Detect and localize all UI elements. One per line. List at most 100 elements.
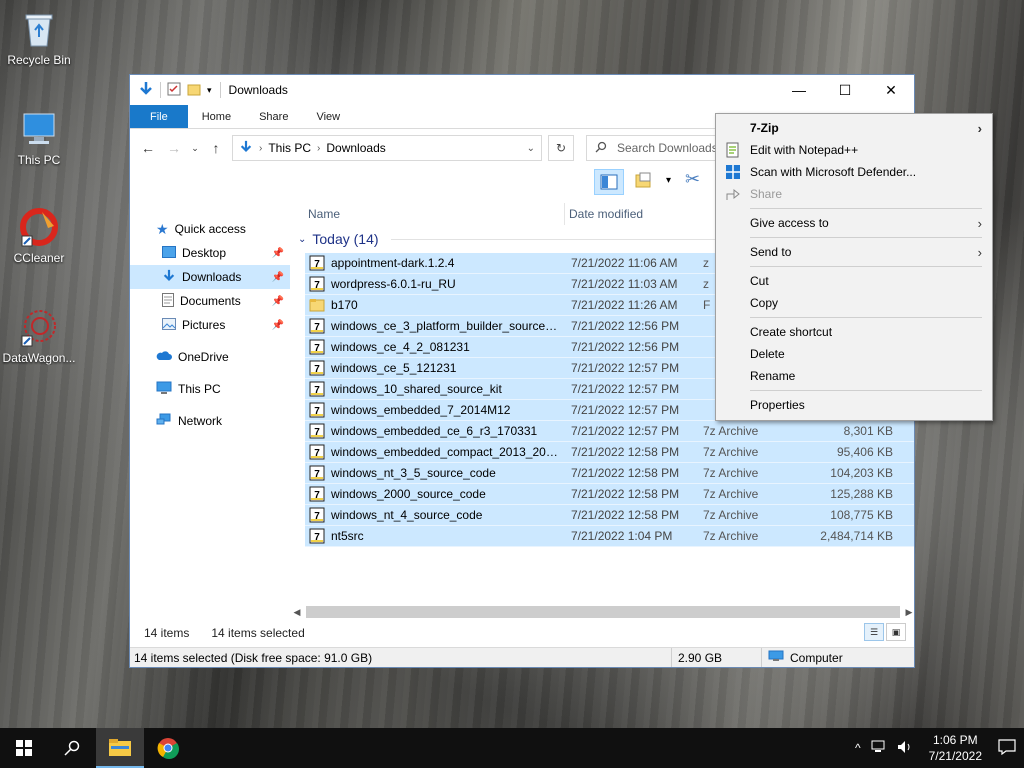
table-row[interactable]: 7 nt5src 7/21/2022 1:04 PM 7z Archive 2,484,…	[305, 526, 914, 547]
file-type: 7z Archive	[703, 445, 759, 459]
windows-logo-icon	[16, 740, 32, 756]
sidebar-item-desktop[interactable]: Desktop 📌	[130, 241, 290, 265]
sidebar-item-quick-access[interactable]: ★ Quick access	[130, 217, 290, 241]
clock[interactable]: 1:06 PM 7/21/2022	[923, 732, 988, 764]
divider	[160, 82, 161, 98]
details-view-button[interactable]: ☰	[864, 623, 884, 641]
file-name: windows_ce_5_121231	[331, 361, 457, 375]
search-icon	[64, 740, 80, 756]
menu-item-create-shortcut[interactable]: Create shortcut	[716, 321, 992, 343]
horizontal-scrollbar[interactable]: ◀ ▶	[292, 605, 914, 619]
menu-item-send-to[interactable]: Send to ›	[716, 241, 992, 263]
search-button[interactable]	[48, 728, 96, 768]
desktop-icon-recycle-bin[interactable]: Recycle Bin	[0, 8, 78, 67]
zone-label: Computer	[790, 650, 843, 665]
close-button[interactable]: ✕	[868, 75, 914, 105]
file-date: 7/21/2022 1:04 PM	[571, 529, 673, 543]
scroll-right-icon[interactable]: ▶	[904, 607, 914, 618]
sidebar-item-onedrive[interactable]: OneDrive	[130, 345, 290, 369]
file-name: windows_embedded_compact_2013_201...	[331, 445, 559, 459]
recent-locations-button[interactable]: ⌄	[190, 143, 200, 154]
menu-item-properties[interactable]: Properties	[716, 394, 992, 416]
menu-separator	[750, 266, 982, 267]
file-name: windows_nt_3_5_source_code	[331, 466, 496, 480]
maximize-button[interactable]: ☐	[822, 75, 868, 105]
menu-item-delete[interactable]: Delete	[716, 343, 992, 365]
forward-button[interactable]: →	[164, 140, 184, 156]
minimize-button[interactable]: —	[776, 75, 822, 105]
chevron-right-icon[interactable]: ›	[259, 143, 262, 154]
desktop-icon-datawagon[interactable]: DataWagon...	[0, 306, 78, 365]
chevron-up-icon[interactable]: ^	[855, 741, 861, 755]
notifications-icon[interactable]	[998, 738, 1016, 758]
file-size: 104,203 KB	[830, 466, 893, 480]
chevron-down-icon[interactable]: ▾	[666, 175, 671, 186]
start-button[interactable]	[0, 728, 48, 768]
chrome-taskbar-button[interactable]	[144, 728, 192, 768]
large-icons-view-button[interactable]: ▣	[886, 623, 906, 641]
preview-pane-button[interactable]	[594, 169, 624, 195]
menu-item-7-zip[interactable]: 7-Zip ›	[716, 117, 992, 139]
menu-item-edit-with-notepad[interactable]: Edit with Notepad++	[716, 139, 992, 161]
table-row[interactable]: 7 windows_nt_4_source_code 7/21/2022 12:58…	[305, 505, 914, 526]
table-row[interactable]: 7 windows_embedded_ce_6_r3_170331 7/21/202…	[305, 421, 914, 442]
sidebar-item-this-pc[interactable]: This PC	[130, 377, 290, 401]
notepad-plus-icon	[725, 142, 741, 158]
desktop-icon-ccleaner[interactable]: CCleaner	[0, 206, 78, 265]
chevron-right-icon[interactable]: ›	[317, 143, 320, 154]
menu-item-label: Edit with Notepad++	[750, 143, 859, 157]
file-explorer-taskbar-button[interactable]	[96, 728, 144, 768]
desktop-icon-label: DataWagon...	[2, 351, 76, 365]
sidebar-item-downloads[interactable]: Downloads 📌	[130, 265, 290, 289]
volume-icon[interactable]	[897, 740, 913, 757]
title-bar[interactable]: ▾ Downloads — ☐ ✕	[130, 75, 914, 105]
breadcrumb-this-pc[interactable]: This PC	[268, 141, 311, 155]
chevron-down-icon[interactable]: ▾	[207, 85, 212, 96]
refresh-button[interactable]: ↻	[548, 135, 574, 161]
file-date: 7/21/2022 12:58 PM	[571, 445, 680, 459]
file-date: 7/21/2022 11:03 AM	[571, 277, 678, 291]
tab-file[interactable]: File	[130, 105, 188, 128]
file-date: 7/21/2022 11:06 AM	[571, 256, 678, 270]
menu-item-label: 7-Zip	[750, 121, 779, 135]
chevron-down-icon[interactable]: ⌄	[527, 143, 535, 154]
sidebar-item-pictures[interactable]: Pictures 📌	[130, 313, 290, 337]
column-header-name[interactable]: Name	[294, 207, 564, 221]
back-button[interactable]: ←	[138, 140, 158, 156]
menu-item-copy[interactable]: Copy	[716, 292, 992, 314]
table-row[interactable]: 7 windows_nt_3_5_source_code 7/21/2022 12:…	[305, 463, 914, 484]
network-icon[interactable]	[871, 740, 887, 757]
table-row[interactable]: 7 windows_embedded_compact_2013_201... 7/2…	[305, 442, 914, 463]
menu-separator	[750, 208, 982, 209]
desktop-icon-this-pc[interactable]: This PC	[0, 108, 78, 167]
archive-file-icon: 7	[309, 318, 325, 334]
menu-item-label: Send to	[750, 245, 792, 259]
menu-item-label: Properties	[750, 398, 805, 412]
tab-view[interactable]: View	[302, 105, 354, 128]
properties-icon[interactable]	[167, 82, 181, 99]
menu-item-rename[interactable]: Rename	[716, 365, 992, 387]
breadcrumb-downloads[interactable]: Downloads	[326, 141, 385, 155]
folder-icon	[309, 297, 325, 313]
sidebar-item-label: OneDrive	[178, 350, 229, 364]
address-bar[interactable]: › This PC › Downloads ⌄	[232, 135, 542, 161]
file-name: wordpress-6.0.1-ru_RU	[331, 277, 456, 291]
tab-share[interactable]: Share	[245, 105, 302, 128]
menu-item-give-access-to[interactable]: Give access to ›	[716, 212, 992, 234]
scroll-left-icon[interactable]: ◀	[292, 607, 302, 618]
new-folder-icon[interactable]	[187, 82, 201, 99]
scissors-icon[interactable]: ✂	[685, 169, 700, 190]
tab-home[interactable]: Home	[188, 105, 245, 128]
sidebar-item-network[interactable]: Network	[130, 409, 290, 433]
pin-icon: 📌	[271, 247, 284, 259]
up-button[interactable]: ↑	[206, 140, 226, 156]
options-button[interactable]	[634, 171, 654, 194]
menu-item-cut[interactable]: Cut	[716, 270, 992, 292]
archive-file-icon: 7	[309, 360, 325, 376]
sidebar-item-documents[interactable]: Documents 📌	[130, 289, 290, 313]
window-title: Downloads	[228, 83, 288, 97]
column-header-date[interactable]: Date modified	[564, 203, 694, 225]
menu-item-scan-with-microsoft-defender[interactable]: Scan with Microsoft Defender...	[716, 161, 992, 183]
scrollbar-thumb[interactable]	[306, 606, 900, 618]
table-row[interactable]: 7 windows_2000_source_code 7/21/2022 12:58…	[305, 484, 914, 505]
